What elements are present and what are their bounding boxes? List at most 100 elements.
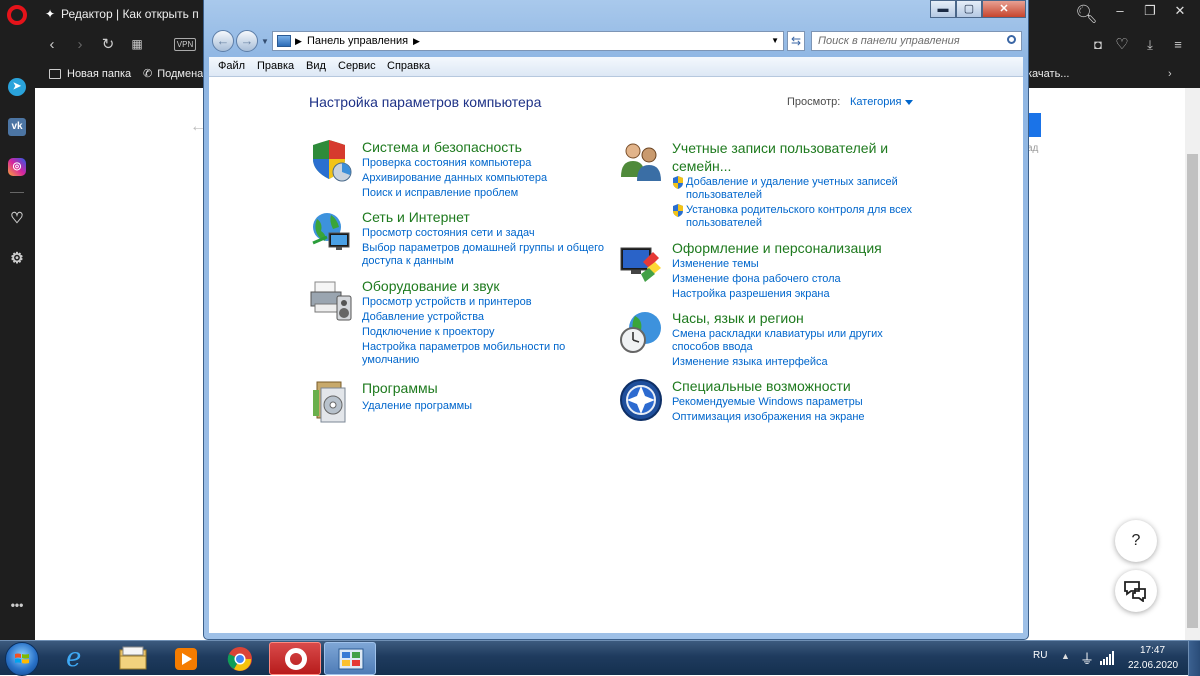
window-titlebar[interactable]: ▬ ▢ ✕ [204,0,1028,28]
breadcrumb-arrow-icon[interactable]: ▶ [295,33,302,49]
menu-icon[interactable]: ≡ [1165,28,1191,61]
clock-time[interactable]: 17:47 [1140,645,1165,656]
category-link[interactable]: Настройка параметров мобильности по умол… [362,341,572,367]
address-dropdown-icon[interactable]: ▼ [771,33,779,49]
category-title[interactable]: Программы [362,380,438,396]
printer-speaker-icon [310,281,352,321]
category-link[interactable]: Просмотр устройств и принтеров [362,296,612,309]
category-title[interactable]: Сеть и Интернет [362,209,470,225]
taskbar-media-button[interactable] [160,642,212,675]
browser-tab[interactable]: ✦ Редактор | Как открыть па [39,0,199,28]
category-link[interactable]: Оптимизация изображения на экране [672,411,922,424]
opera-logo-icon[interactable] [7,5,27,25]
category-title[interactable]: Оформление и персонализация [672,240,882,256]
vpn-badge[interactable]: VPN [174,38,196,51]
bookmark-item[interactable]: ✆ Подмена [143,61,203,88]
control-panel-icon [277,35,291,47]
download-icon[interactable]: ⤓ [1137,28,1163,61]
more-dots-icon[interactable]: ••• [8,596,26,614]
taskbar-explorer-button[interactable] [108,642,160,675]
search-icon[interactable] [1007,35,1016,44]
menu-help[interactable]: Справка [387,57,430,76]
category-link[interactable]: Добавление и удаление учетных записей по… [686,176,916,202]
clock-date[interactable]: 22.06.2020 [1128,660,1178,671]
category-link[interactable]: Изменение темы [672,258,922,271]
category-title[interactable]: Оборудование и звук [362,278,500,294]
start-button[interactable] [5,642,39,676]
page-title: Настройка параметров компьютера [309,94,542,110]
accessibility-icon [620,379,662,421]
category-title[interactable]: Система и безопасность [362,139,522,155]
history-dropdown-icon[interactable]: ▼ [261,37,269,46]
taskbar-ie-button[interactable]: e [54,642,106,675]
chat-fab-button[interactable] [1115,570,1157,612]
category-link[interactable]: Смена раскладки клавиатуры или других сп… [672,328,892,354]
category-link[interactable]: Поиск и исправление проблем [362,187,612,200]
browser-minimize-button[interactable]: ‒ [1105,0,1135,24]
view-dropdown-arrow-icon[interactable] [905,100,913,105]
speed-dial-icon[interactable]: ▦ [124,28,150,61]
category-link[interactable]: Рекомендуемые Windows параметры [672,396,922,409]
folder-icon [119,646,147,670]
category-link[interactable]: Архивирование данных компьютера [362,172,612,185]
category-title[interactable]: Учетные записи пользователей и семейн... [672,139,912,175]
breadcrumb-control-panel[interactable]: Панель управления [307,32,408,50]
page-scrollbar[interactable] [1185,88,1200,640]
bg-blue-button[interactable] [1027,113,1041,137]
signal-bars-icon[interactable] [1100,651,1114,665]
language-indicator[interactable]: RU [1033,650,1047,661]
scrollbar-thumb[interactable] [1187,154,1198,628]
heart-icon[interactable]: ♡ [8,210,26,228]
phone-icon: ✆ [143,68,153,80]
power-plug-icon[interactable]: ⏚ [1080,649,1094,669]
close-button[interactable]: ✕ [982,0,1026,18]
category-title[interactable]: Часы, язык и регион [672,310,804,326]
back-button[interactable]: ‹ [39,28,65,61]
category-link[interactable]: Удаление программы [362,400,612,413]
instagram-icon[interactable]: ◎ [8,158,26,176]
menu-file[interactable]: Файл [218,57,245,76]
category-link[interactable]: Подключение к проектору [362,326,612,339]
refresh-button[interactable]: ⇆ [787,31,805,51]
help-fab-button[interactable]: ? [1115,520,1157,562]
heart-bookmark-icon[interactable]: ♡ [1109,28,1135,61]
browser-close-button[interactable]: ✕ [1165,0,1195,24]
browser-restore-button[interactable]: ❐ [1135,0,1165,24]
maximize-button[interactable]: ▢ [956,0,982,18]
category-link[interactable]: Добавление устройства [362,311,612,324]
taskbar-opera-button[interactable] [269,642,321,675]
category-link[interactable]: Настройка разрешения экрана [672,288,922,301]
address-bar[interactable]: ▶ Панель управления ▶ ▼ [272,31,784,51]
taskbar-chrome-button[interactable] [214,642,266,675]
category-title[interactable]: Специальные возможности [672,378,851,394]
minimize-button[interactable]: ▬ [930,0,956,18]
vk-icon[interactable]: vk [8,118,26,136]
nav-back-button[interactable]: ← [212,30,234,52]
forward-button[interactable]: › [67,28,93,61]
breadcrumb-arrow-icon[interactable]: ▶ [413,33,420,49]
reload-button[interactable]: ↻ [95,28,121,61]
menu-edit[interactable]: Правка [257,57,294,76]
nav-forward-button[interactable]: → [236,30,258,52]
bookmark-item-tail[interactable]: качать... [1027,61,1069,88]
telegram-icon[interactable]: ➤ [8,78,26,96]
menu-view[interactable]: Вид [306,57,326,76]
view-mode-dropdown[interactable]: Категория [850,96,901,108]
camera-icon[interactable]: ◘ [1085,28,1111,61]
category-link[interactable]: Изменение фона рабочего стола [672,273,922,286]
bookmark-folder[interactable]: Новая папка [49,61,131,88]
bookmarks-overflow-icon[interactable]: › [1168,61,1172,88]
search-input[interactable]: Поиск в панели управления [811,31,1022,51]
category-link[interactable]: Просмотр состояния сети и задач [362,227,612,240]
category-link[interactable]: Выбор параметров домашней группы и общег… [362,242,612,268]
category-link[interactable]: Установка родительского контроля для все… [686,204,916,230]
category-link[interactable]: Изменение языка интерфейса [672,356,922,369]
tab-search-icon[interactable]: 🔍︎ [1075,0,1105,28]
taskbar-control-panel-button[interactable] [324,642,376,675]
settings-gear-icon[interactable]: ⚙ [8,250,26,268]
category-link[interactable]: Проверка состояния компьютера [362,157,612,170]
show-desktop-button[interactable] [1188,641,1200,676]
tray-expand-icon[interactable]: ▲ [1061,651,1070,661]
menu-service[interactable]: Сервис [338,57,376,76]
category-network-internet: Сеть и Интернет Просмотр состояния сети … [309,209,609,269]
